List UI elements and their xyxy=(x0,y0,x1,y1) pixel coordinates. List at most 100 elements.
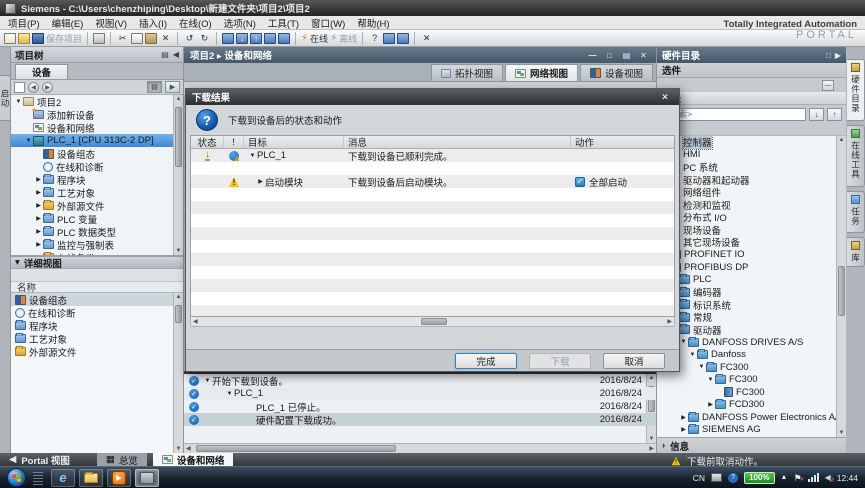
catalog-item[interactable]: PC 系统 xyxy=(657,161,846,174)
dialog-title-bar[interactable]: 下载结果 ✕ xyxy=(186,89,679,105)
arrow-down-icon[interactable]: ▼ xyxy=(225,391,234,397)
catalog-item[interactable]: FC300 xyxy=(657,386,846,399)
message-hscrollbar[interactable]: ◀ ▶ xyxy=(184,443,656,453)
download-to-device-icon[interactable]: ↓ xyxy=(236,33,248,44)
tree-item[interactable]: ▼PLC_1 [CPU 313C-2 DP] xyxy=(11,134,183,147)
catalog-item[interactable]: 现场设备 xyxy=(657,224,846,237)
dialog-row-plc[interactable]: ↓ ▼PLC_1 下载到设备已顺利完成。 xyxy=(191,149,674,162)
float-panel-icon[interactable]: □ xyxy=(826,51,831,60)
arrow-down-icon[interactable]: ▼ xyxy=(706,377,715,383)
compile-icon[interactable] xyxy=(222,33,234,44)
menu-item-6[interactable]: 工具(T) xyxy=(262,16,305,30)
tree-item[interactable]: ▶在线备份 xyxy=(11,251,183,256)
undo-button[interactable]: ↺ xyxy=(183,31,196,45)
save-project-button[interactable]: 保存项目 xyxy=(32,31,82,45)
tree-item[interactable]: 在线和诊断 xyxy=(11,160,183,173)
catalog-item[interactable]: 驱动器和起动器 xyxy=(657,174,846,187)
minimize-icon[interactable]: — xyxy=(586,51,599,60)
arrow-right-icon[interactable]: ▶ xyxy=(706,401,715,408)
stop-cpu-icon[interactable] xyxy=(278,33,290,44)
catalog-item[interactable]: 检测和监视 xyxy=(657,199,846,212)
collapse-panel-icon[interactable]: ◀ xyxy=(173,50,179,59)
arrow-down-icon[interactable]: ▼ xyxy=(688,352,697,358)
paste-icon[interactable] xyxy=(145,33,157,44)
catalog-scrollbar[interactable]: ▲ ▼ xyxy=(836,136,846,437)
scroll-down-icon[interactable]: ▼ xyxy=(647,436,656,442)
open-project-icon[interactable] xyxy=(18,33,30,44)
volume-muted-icon[interactable]: ◀ xyxy=(825,473,831,482)
cut-button[interactable]: ✂ xyxy=(116,31,129,45)
go-online-button[interactable]: ⚡在线 xyxy=(301,31,328,45)
arrow-right-icon[interactable]: ▶ xyxy=(34,189,43,196)
project-tree-scrollbar[interactable]: ▲ ▼ xyxy=(173,95,183,255)
panes-icon[interactable]: ▤ xyxy=(620,51,633,60)
arrow-right-icon[interactable]: ▶ xyxy=(34,215,43,222)
start-button[interactable] xyxy=(7,468,26,487)
view-tab-0[interactable]: 拓扑视图 xyxy=(431,64,503,81)
upload-from-device-icon[interactable]: ↑ xyxy=(250,33,262,44)
catalog-item[interactable]: 网络组件 xyxy=(657,186,846,199)
close-window-button[interactable]: ✕ xyxy=(420,31,433,45)
vertical-scrollbar-thumb[interactable] xyxy=(838,266,845,316)
delete-button[interactable]: ✕ xyxy=(159,31,172,45)
menu-item-4[interactable]: 在线(O) xyxy=(173,16,218,30)
arrow-right-icon[interactable]: ▶ xyxy=(679,414,688,421)
message-row[interactable]: ✓▼开始下载到设备。2016/8/24 xyxy=(184,374,656,387)
go-offline-button[interactable]: ⚡离线 xyxy=(330,31,357,45)
taskbar-media-button[interactable]: ▶ xyxy=(107,469,131,487)
tree-item[interactable]: ▶PLC 数据类型 xyxy=(11,225,183,238)
catalog-item[interactable]: ▶PLC xyxy=(657,274,846,287)
scroll-down-icon[interactable]: ▼ xyxy=(174,446,183,452)
clock[interactable]: 12:44 xyxy=(837,473,858,483)
menu-item-0[interactable]: 项目(P) xyxy=(2,16,46,30)
restore-icon[interactable]: □ xyxy=(603,51,616,60)
scroll-down-icon[interactable]: ▼ xyxy=(837,430,846,436)
arrow-down-icon[interactable]: ▼ xyxy=(24,138,33,144)
close-editor-icon[interactable]: ✕ xyxy=(637,51,650,60)
arrow-down-icon[interactable]: ▼ xyxy=(203,378,212,384)
view-tab-1[interactable]: 网络视图 xyxy=(505,64,578,81)
redo-button[interactable]: ↻ xyxy=(198,31,211,45)
expander-icon[interactable]: ▶ xyxy=(256,178,265,185)
scroll-up-icon[interactable]: ▲ xyxy=(174,96,183,102)
catalog-item[interactable]: ▼FC300 xyxy=(657,361,846,374)
scroll-up-icon[interactable]: ▲ xyxy=(174,294,183,300)
action-center-icon[interactable]: ⚑ xyxy=(793,473,801,483)
catalog-item[interactable]: 其它现场设备 xyxy=(657,236,846,249)
catalog-item[interactable]: ▶DANFOSS Power Electronics A/S xyxy=(657,411,846,424)
dialog-row-start-modules[interactable]: ▶启动模块 下载到设备后启动模块。 ✓全部启动 xyxy=(191,175,674,188)
catalog-item[interactable]: ▶SIEMENS AG xyxy=(657,424,846,437)
download-button[interactable]: 下载 xyxy=(529,353,591,369)
message-row[interactable]: ✓硬件配置下载成功。2016/8/24 xyxy=(184,413,656,426)
info-section-header[interactable]: › 信息 xyxy=(657,437,846,453)
tree-item[interactable]: ▶监控与强制表 xyxy=(11,238,183,251)
battery-indicator[interactable]: 100% xyxy=(744,472,774,484)
print-icon[interactable] xyxy=(93,33,105,44)
catalog-item[interactable]: ▼Danfoss xyxy=(657,349,846,362)
detail-row[interactable]: 程序块 xyxy=(11,319,183,332)
portal-view-button[interactable]: ◀ Portal 视图 xyxy=(0,453,79,467)
breadcrumb[interactable]: 项目2 ▸ 设备和网络 xyxy=(190,48,272,62)
panes-icon[interactable]: ▤ xyxy=(161,50,169,59)
arrow-down-icon[interactable]: ▼ xyxy=(697,364,706,370)
devices-networks-tab[interactable]: 设备和网络 xyxy=(153,453,234,466)
tab-devices[interactable]: 设备 xyxy=(15,64,68,79)
taskbar-ie-button[interactable]: e xyxy=(51,469,75,487)
help-button[interactable]: ? xyxy=(368,31,381,45)
back-icon[interactable]: ◀ xyxy=(28,82,39,93)
show-diagnostics-icon[interactable] xyxy=(383,33,395,44)
arrow-right-icon[interactable]: ▶ xyxy=(34,254,43,256)
catalog-item[interactable]: ▶常规 xyxy=(657,311,846,324)
catalog-item[interactable]: HMI xyxy=(657,149,846,162)
arrow-right-icon[interactable]: ▶ xyxy=(679,426,688,433)
expand-panel-icon[interactable]: ▶ xyxy=(835,51,841,60)
scroll-down-icon[interactable]: ▼ xyxy=(174,248,183,254)
search-up-button[interactable]: ↑ xyxy=(827,108,842,121)
network-signal-icon[interactable] xyxy=(808,473,819,482)
copy-icon[interactable] xyxy=(131,33,143,44)
catalog-item[interactable]: 分布式 I/O xyxy=(657,211,846,224)
tree-item[interactable]: ▶程序块 xyxy=(11,173,183,186)
arrow-right-icon[interactable]: ▶ xyxy=(34,241,43,248)
tree-item[interactable]: 设备组态 xyxy=(11,147,183,160)
tab-hardware-catalog[interactable]: 硬件目录 xyxy=(847,59,865,121)
